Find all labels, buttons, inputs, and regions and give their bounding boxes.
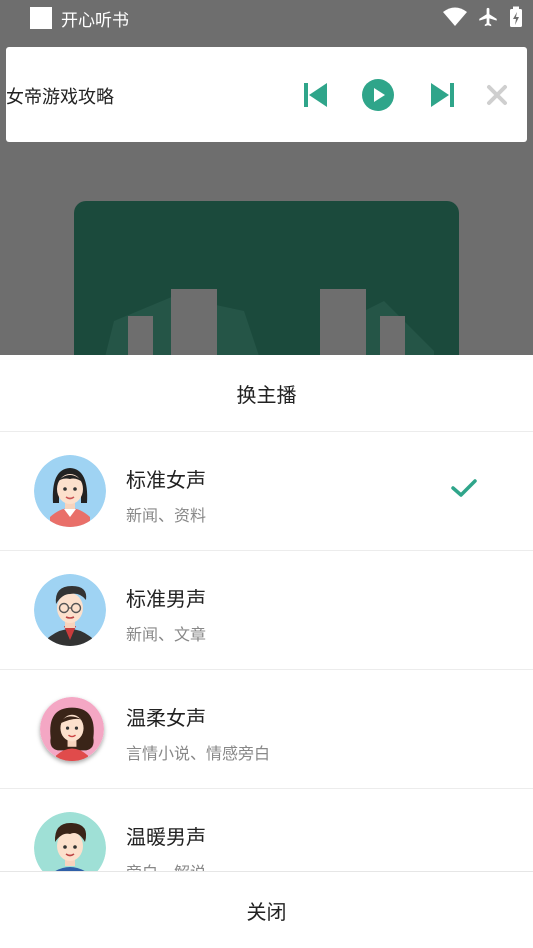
voice-name: 温暖男声 <box>126 825 206 849</box>
close-icon <box>487 85 507 105</box>
play-icon <box>362 79 394 111</box>
battery-icon <box>510 6 522 27</box>
close-button[interactable]: 关闭 <box>0 871 533 948</box>
avatar <box>34 812 106 871</box>
voice-name: 温柔女声 <box>126 706 206 730</box>
sheet-title: 换主播 <box>0 355 533 432</box>
avatar <box>34 574 106 646</box>
player-bar: 女帝游戏攻略 <box>6 47 527 142</box>
previous-button[interactable] <box>298 77 334 113</box>
voice-selector-sheet: 换主播 标准女声 新闻、资料 标准男声 新闻、文章 温柔女声 言情小说、情感旁白… <box>0 355 533 948</box>
next-button[interactable] <box>424 77 460 113</box>
avatar <box>34 455 106 527</box>
airplane-icon <box>479 7 497 27</box>
voice-description: 言情小说、情感旁白 <box>126 744 271 763</box>
voice-description: 新闻、资料 <box>126 506 207 525</box>
voice-description: 新闻、文章 <box>126 625 207 644</box>
voice-name: 标准男声 <box>126 587 206 611</box>
status-bar: 开心听书 <box>0 0 533 34</box>
skip-next-icon <box>431 83 454 107</box>
play-button[interactable] <box>360 77 396 113</box>
voice-item-standard-female[interactable]: 标准女声 新闻、资料 <box>0 432 533 551</box>
voice-item-standard-male[interactable]: 标准男声 新闻、文章 <box>0 551 533 670</box>
notification-icon <box>30 7 52 29</box>
voice-item-warm-male[interactable]: 温暖男声 旁白、解说 <box>0 789 533 871</box>
book-title: 女帝游戏攻略 <box>6 87 114 108</box>
avatar <box>40 697 104 761</box>
status-app-name: 开心听书 <box>61 11 129 31</box>
checkmark-icon <box>451 479 477 497</box>
close-player-button[interactable] <box>479 77 515 113</box>
wifi-icon <box>443 7 467 26</box>
skip-previous-icon <box>304 83 327 107</box>
voice-description: 旁白、解说 <box>126 859 206 871</box>
voice-list: 标准女声 新闻、资料 标准男声 新闻、文章 温柔女声 言情小说、情感旁白 温暖男… <box>0 432 533 871</box>
voice-item-gentle-female[interactable]: 温柔女声 言情小说、情感旁白 <box>0 670 533 789</box>
status-icons <box>443 6 523 28</box>
voice-name: 标准女声 <box>126 468 206 492</box>
